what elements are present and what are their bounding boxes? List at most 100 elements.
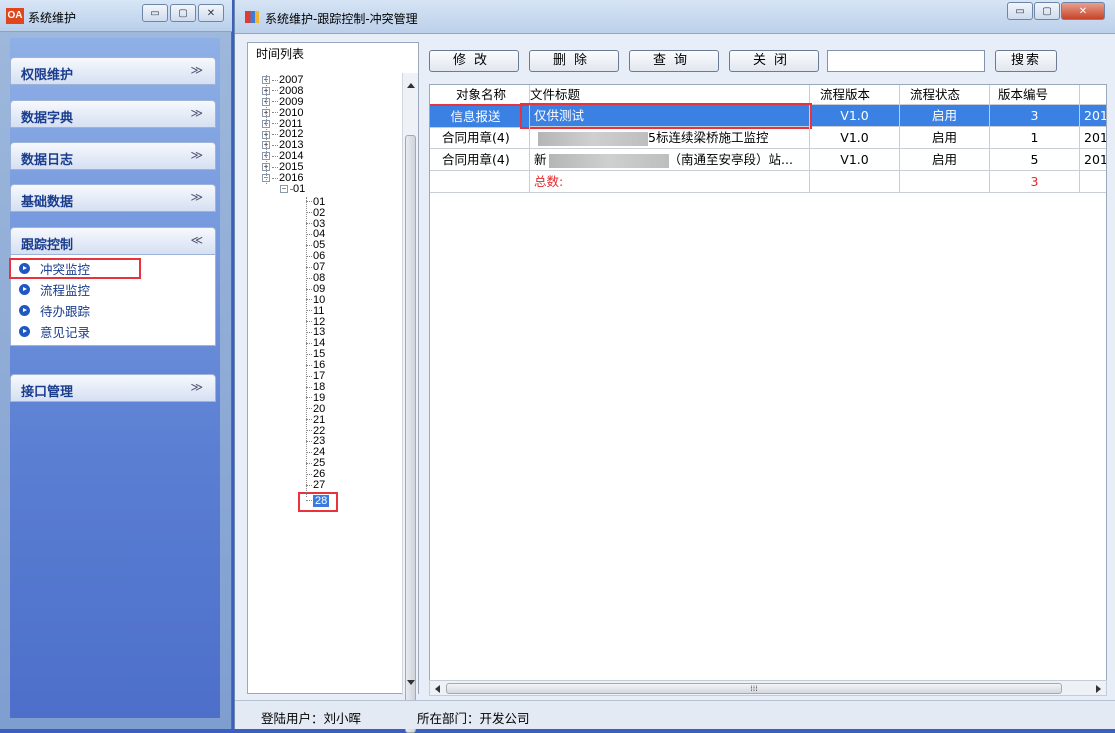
nav-group-interface[interactable]: 接口管理 ≫ xyxy=(10,374,216,402)
tree-day-node[interactable]: 06 xyxy=(262,251,402,262)
nav-header[interactable]: 数据日志 ≫ xyxy=(10,142,216,170)
cell-number[interactable]: 3 xyxy=(990,105,1080,127)
nav-group-permissions[interactable]: 权限维护 ≫ xyxy=(10,57,216,85)
tree-day-node[interactable]: 17 xyxy=(262,371,402,382)
column-header[interactable]: 对象名称 xyxy=(430,85,530,105)
nav-item-conflict-monitor[interactable]: 冲突监控 xyxy=(9,258,141,279)
tree-day-node[interactable]: 01 xyxy=(262,196,402,208)
chevron-double-down-icon[interactable]: ≫ xyxy=(190,63,203,77)
maximize-button[interactable]: ▢ xyxy=(1034,2,1060,20)
nav-group-basic-data[interactable]: 基础数据 ≫ xyxy=(10,184,216,212)
cell-date[interactable]: 2016 xyxy=(1080,105,1106,127)
cell-status[interactable]: 启用 xyxy=(900,105,990,127)
column-header[interactable]: 版本编号 xyxy=(990,85,1080,105)
tree-day-node[interactable]: 26 xyxy=(262,469,402,480)
cell-number[interactable]: 5 xyxy=(990,149,1080,171)
cell-date[interactable]: 2016 xyxy=(1080,149,1106,171)
tree-day-node[interactable]: 02 xyxy=(262,207,402,219)
nav-item-process-monitor[interactable]: 流程监控 xyxy=(11,279,215,300)
cell-date[interactable]: 2016 xyxy=(1080,127,1106,149)
tree-day-node[interactable]: 21 xyxy=(262,414,402,426)
edit-button[interactable]: 修改 xyxy=(429,50,519,72)
close-button[interactable]: ✕ xyxy=(1061,2,1105,20)
tree-day-node[interactable]: 19 xyxy=(262,392,402,404)
cell-version[interactable]: V1.0 xyxy=(810,127,900,149)
tree-day-node[interactable]: 27 xyxy=(262,479,402,491)
tree-day-node[interactable]: 07 xyxy=(262,262,402,273)
chevron-double-down-icon[interactable]: ≫ xyxy=(190,148,203,162)
tree-day-node[interactable]: 05 xyxy=(262,240,402,251)
tree-month-node[interactable]: −01 xyxy=(262,183,402,195)
query-button[interactable]: 查询 xyxy=(629,50,719,72)
tree-day-node[interactable]: 16 xyxy=(262,360,402,371)
tree-day-node[interactable]: 25 xyxy=(262,458,402,469)
nav-group-tracking[interactable]: 跟踪控制 ≪ 冲突监控 流程监控 待办跟踪 意见记录 xyxy=(9,227,216,346)
cell-status[interactable]: 启用 xyxy=(900,127,990,149)
cell-name[interactable]: 信息报送 xyxy=(430,104,530,128)
tree-day-node[interactable]: 18 xyxy=(262,381,402,393)
nav-item-opinion-record[interactable]: 意见记录 xyxy=(11,321,215,342)
cell-name[interactable]: 合同用章(4) xyxy=(430,149,530,171)
tree-day-node[interactable]: 20 xyxy=(262,403,402,415)
tree-day-node[interactable]: 15 xyxy=(262,349,402,360)
cell-title[interactable]: 新 （南通至安亭段）站... xyxy=(530,149,810,171)
nav-header[interactable]: 跟踪控制 ≪ xyxy=(10,227,216,255)
scroll-down-icon[interactable] xyxy=(407,680,415,685)
nav-header[interactable]: 接口管理 ≫ xyxy=(10,374,216,402)
search-input[interactable] xyxy=(827,50,985,72)
scroll-right-icon[interactable] xyxy=(1096,685,1101,693)
tree-day-node[interactable]: 13 xyxy=(262,327,402,338)
tree-day-node[interactable]: 14 xyxy=(262,338,402,349)
cell-title[interactable]: 仅供测试 xyxy=(530,105,810,127)
nav-group-dictionary[interactable]: 数据字典 ≫ xyxy=(10,100,216,128)
chevron-double-down-icon[interactable]: ≫ xyxy=(190,106,203,120)
tree-day-node[interactable]: 03 xyxy=(262,218,402,230)
tree-day-node[interactable]: 04 xyxy=(262,229,402,240)
tree-day-node[interactable]: 09 xyxy=(262,283,402,295)
tree-day-node[interactable]: 23 xyxy=(262,436,402,447)
column-header[interactable] xyxy=(1080,85,1106,105)
grid-horizontal-scrollbar[interactable]: ⁞⁞⁞ xyxy=(429,680,1107,696)
table-row[interactable]: 合同用章(4) 新 （南通至安亭段）站... V1.0 启用 5 2016 xyxy=(430,149,1106,171)
tree-day-node[interactable]: 28 xyxy=(262,491,402,512)
tree-year-node[interactable]: −2016 xyxy=(262,173,402,184)
cell-number[interactable]: 1 xyxy=(990,127,1080,149)
table-row[interactable]: 合同用章(4) 5标连续梁桥施工监控 V1.0 启用 1 2016 xyxy=(430,127,1106,149)
column-header[interactable]: 文件标题 xyxy=(530,85,810,105)
cell-version[interactable]: V1.0 xyxy=(810,105,900,127)
delete-button[interactable]: 删除 xyxy=(529,50,619,72)
nav-item-todo-tracking[interactable]: 待办跟踪 xyxy=(11,300,215,321)
tree-day-node[interactable]: 22 xyxy=(262,425,402,437)
tree-day-node[interactable]: 11 xyxy=(262,305,402,317)
scroll-thumb[interactable]: ⁞⁞⁞ xyxy=(446,683,1062,694)
chevron-double-down-icon[interactable]: ≫ xyxy=(190,380,203,394)
nav-group-data-log[interactable]: 数据日志 ≫ xyxy=(10,142,216,170)
scroll-thumb[interactable] xyxy=(405,135,416,733)
cell-name[interactable]: 合同用章(4) xyxy=(430,127,530,149)
tree-day-node[interactable]: 12 xyxy=(262,316,402,328)
column-header[interactable]: 流程版本 xyxy=(810,85,900,105)
tree-day-node[interactable]: 10 xyxy=(262,294,402,306)
tree-scrollbar[interactable] xyxy=(402,73,418,733)
nav-header[interactable]: 基础数据 ≫ xyxy=(10,184,216,212)
cell-title[interactable]: 5标连续梁桥施工监控 xyxy=(530,127,810,149)
close-button[interactable]: ✕ xyxy=(198,4,224,22)
close-view-button[interactable]: 关闭 xyxy=(729,50,819,72)
chevron-double-down-icon[interactable]: ≫ xyxy=(190,190,203,204)
column-header[interactable]: 流程状态 xyxy=(900,85,990,105)
scroll-up-icon[interactable] xyxy=(407,83,415,88)
nav-header[interactable]: 权限维护 ≫ xyxy=(10,57,216,85)
minimize-button[interactable]: ▭ xyxy=(142,4,168,22)
search-button[interactable]: 搜索 xyxy=(995,50,1057,72)
maximize-button[interactable]: ▢ xyxy=(170,4,196,22)
tree-day-node[interactable]: 08 xyxy=(262,273,402,284)
cell-version[interactable]: V1.0 xyxy=(810,149,900,171)
tree-day-node[interactable]: 24 xyxy=(262,447,402,458)
nav-header[interactable]: 数据字典 ≫ xyxy=(10,100,216,128)
minimize-button[interactable]: ▭ xyxy=(1007,2,1033,20)
chevron-double-up-icon[interactable]: ≪ xyxy=(190,233,203,247)
table-row[interactable]: 信息报送 仅供测试 V1.0 启用 3 2016 xyxy=(430,103,1106,129)
collapse-icon[interactable]: − xyxy=(280,185,288,193)
cell-status[interactable]: 启用 xyxy=(900,149,990,171)
scroll-left-icon[interactable] xyxy=(435,685,440,693)
